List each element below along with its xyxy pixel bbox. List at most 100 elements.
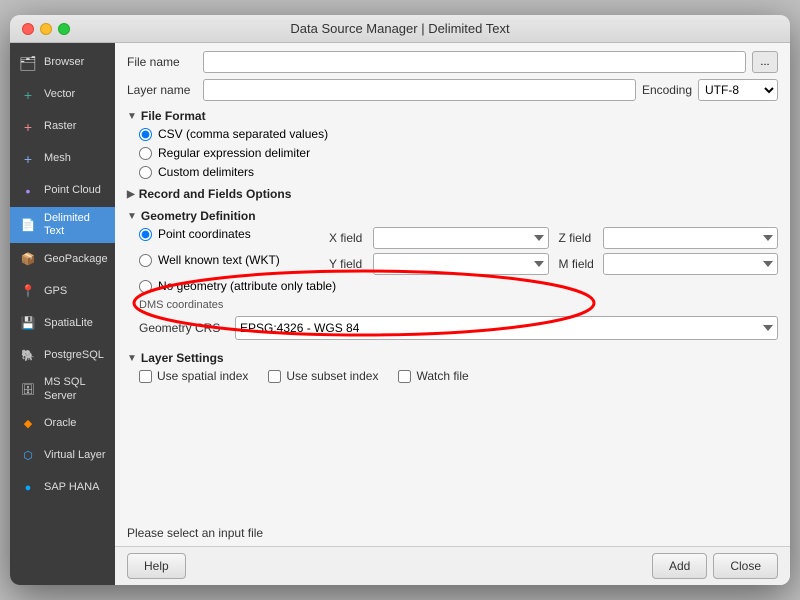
z-field-row: Z field: [559, 227, 779, 249]
sidebar-item-delimited[interactable]: 📄 Delimited Text: [10, 207, 115, 243]
no-geometry-label: No geometry (attribute only table): [158, 279, 336, 293]
no-geometry-radio[interactable]: [139, 280, 152, 293]
sidebar-item-label: Vector: [44, 88, 75, 101]
x-field-row: X field: [329, 227, 549, 249]
record-fields-header: ▶ Record and Fields Options: [127, 187, 778, 201]
sidebar-item-label: Mesh: [44, 152, 71, 165]
file-format-label: File Format: [141, 109, 206, 123]
action-buttons: Add Close: [652, 553, 778, 579]
vector-icon: +: [18, 85, 38, 105]
layer-settings-body: Use spatial index Use subset index Watch…: [127, 369, 778, 383]
sidebar-item-raster[interactable]: + Raster: [10, 111, 115, 143]
geometry-header: ▼ Geometry Definition: [127, 209, 778, 223]
sidebar-item-vector[interactable]: + Vector: [10, 79, 115, 111]
status-bar: Please select an input file: [115, 522, 790, 546]
sidebar-item-oracle[interactable]: ◆ Oracle: [10, 408, 115, 440]
browser-icon: 🗂: [18, 53, 38, 73]
m-field-select[interactable]: [603, 253, 779, 275]
raster-icon: +: [18, 117, 38, 137]
file-name-row: File name ...: [127, 51, 778, 73]
delimited-icon: 📄: [18, 215, 38, 235]
sidebar-item-label: Oracle: [44, 417, 76, 430]
close-button[interactable]: Close: [713, 553, 778, 579]
sidebar-item-mesh[interactable]: + Mesh: [10, 143, 115, 175]
encoding-label: Encoding: [642, 83, 692, 97]
wkt-label: Well known text (WKT): [158, 253, 280, 267]
point-coords-radio[interactable]: [139, 228, 152, 241]
regex-radio[interactable]: [139, 147, 152, 160]
browse-button[interactable]: ...: [752, 51, 778, 73]
bottom-bar: Help Add Close: [115, 546, 790, 585]
add-button[interactable]: Add: [652, 553, 707, 579]
minimize-traffic-light[interactable]: [40, 23, 52, 35]
main-scroll-area: File name ... Layer name Encoding UTF-8: [115, 43, 790, 522]
window-title: Data Source Manager | Delimited Text: [290, 21, 509, 36]
geometry-label: Geometry Definition: [141, 209, 256, 223]
y-field-select[interactable]: [373, 253, 549, 275]
y-field-row: Y field: [329, 253, 549, 275]
sidebar-item-postgresql[interactable]: 🐘 PostgreSQL: [10, 339, 115, 371]
sidebar-item-spatialite[interactable]: 💾 SpatiaLite: [10, 307, 115, 339]
file-name-input[interactable]: [203, 51, 746, 73]
wkt-radio[interactable]: [139, 254, 152, 267]
subset-index-item: Use subset index: [268, 369, 378, 383]
crs-row: Geometry CRS EPSG:4326 - WGS 84: [139, 313, 778, 343]
sidebar-item-label: Virtual Layer: [44, 449, 106, 462]
sidebar-item-label: GeoPackage: [44, 253, 108, 266]
geometry-crs-select[interactable]: EPSG:4326 - WGS 84: [235, 316, 778, 340]
z-field-select[interactable]: [603, 227, 779, 249]
sidebar-item-label: Browser: [44, 56, 84, 69]
csv-radio[interactable]: [139, 128, 152, 141]
status-text: Please select an input file: [127, 526, 263, 540]
sidebar-item-geopackage[interactable]: 📦 GeoPackage: [10, 243, 115, 275]
layer-name-input[interactable]: [203, 79, 636, 101]
sidebar-item-gps[interactable]: 📍 GPS: [10, 275, 115, 307]
layer-settings-arrow: ▼: [127, 353, 137, 364]
x-field-label: X field: [329, 231, 369, 245]
sidebar-item-virtual[interactable]: ⬡ Virtual Layer: [10, 440, 115, 472]
sidebar-item-saphana[interactable]: ● SAP HANA: [10, 472, 115, 504]
layer-name-row: Layer name Encoding UTF-8: [127, 79, 778, 101]
sidebar-item-label: GPS: [44, 285, 67, 298]
sidebar-item-label: PostgreSQL: [44, 349, 104, 362]
spatial-index-checkbox[interactable]: [139, 370, 152, 383]
sidebar-item-mssql[interactable]: 🗄 MS SQL Server: [10, 371, 115, 407]
x-field-select[interactable]: [373, 227, 549, 249]
subset-index-label: Use subset index: [286, 369, 378, 383]
geometry-body: Point coordinates X field Z field: [127, 227, 778, 343]
close-traffic-light[interactable]: [22, 23, 34, 35]
pointcloud-icon: •: [18, 181, 38, 201]
sidebar-item-label: Raster: [44, 120, 76, 133]
maximize-traffic-light[interactable]: [58, 23, 70, 35]
point-coords-label: Point coordinates: [158, 227, 251, 241]
record-fields-label: Record and Fields Options: [139, 187, 292, 201]
oracle-icon: ◆: [18, 414, 38, 434]
geopackage-icon: 📦: [18, 249, 38, 269]
postgresql-icon: 🐘: [18, 345, 38, 365]
encoding-row: Encoding UTF-8: [642, 79, 778, 101]
watch-file-label: Watch file: [416, 369, 468, 383]
subset-index-checkbox[interactable]: [268, 370, 281, 383]
y-field-label: Y field: [329, 257, 369, 271]
regex-radio-row: Regular expression delimiter: [139, 146, 778, 160]
main-panel: File name ... Layer name Encoding UTF-8: [115, 43, 790, 585]
file-format-body: CSV (comma separated values) Regular exp…: [127, 127, 778, 179]
mssql-icon: 🗄: [18, 380, 38, 400]
watch-file-checkbox[interactable]: [398, 370, 411, 383]
custom-label: Custom delimiters: [158, 165, 254, 179]
spatialite-icon: 💾: [18, 313, 38, 333]
checkbox-row: Use spatial index Use subset index Watch…: [139, 369, 778, 383]
z-field-label: Z field: [559, 231, 599, 245]
content-area: 🗂 Browser + Vector + Raster + Mesh • Poi…: [10, 43, 790, 585]
sidebar: 🗂 Browser + Vector + Raster + Mesh • Poi…: [10, 43, 115, 585]
custom-radio-row: Custom delimiters: [139, 165, 778, 179]
custom-radio[interactable]: [139, 166, 152, 179]
m-field-label: M field: [559, 257, 599, 271]
csv-label: CSV (comma separated values): [158, 127, 328, 141]
spatial-index-item: Use spatial index: [139, 369, 248, 383]
help-button[interactable]: Help: [127, 553, 186, 579]
encoding-select[interactable]: UTF-8: [698, 79, 778, 101]
csv-radio-row: CSV (comma separated values): [139, 127, 778, 141]
sidebar-item-browser[interactable]: 🗂 Browser: [10, 47, 115, 79]
sidebar-item-pointcloud[interactable]: • Point Cloud: [10, 175, 115, 207]
